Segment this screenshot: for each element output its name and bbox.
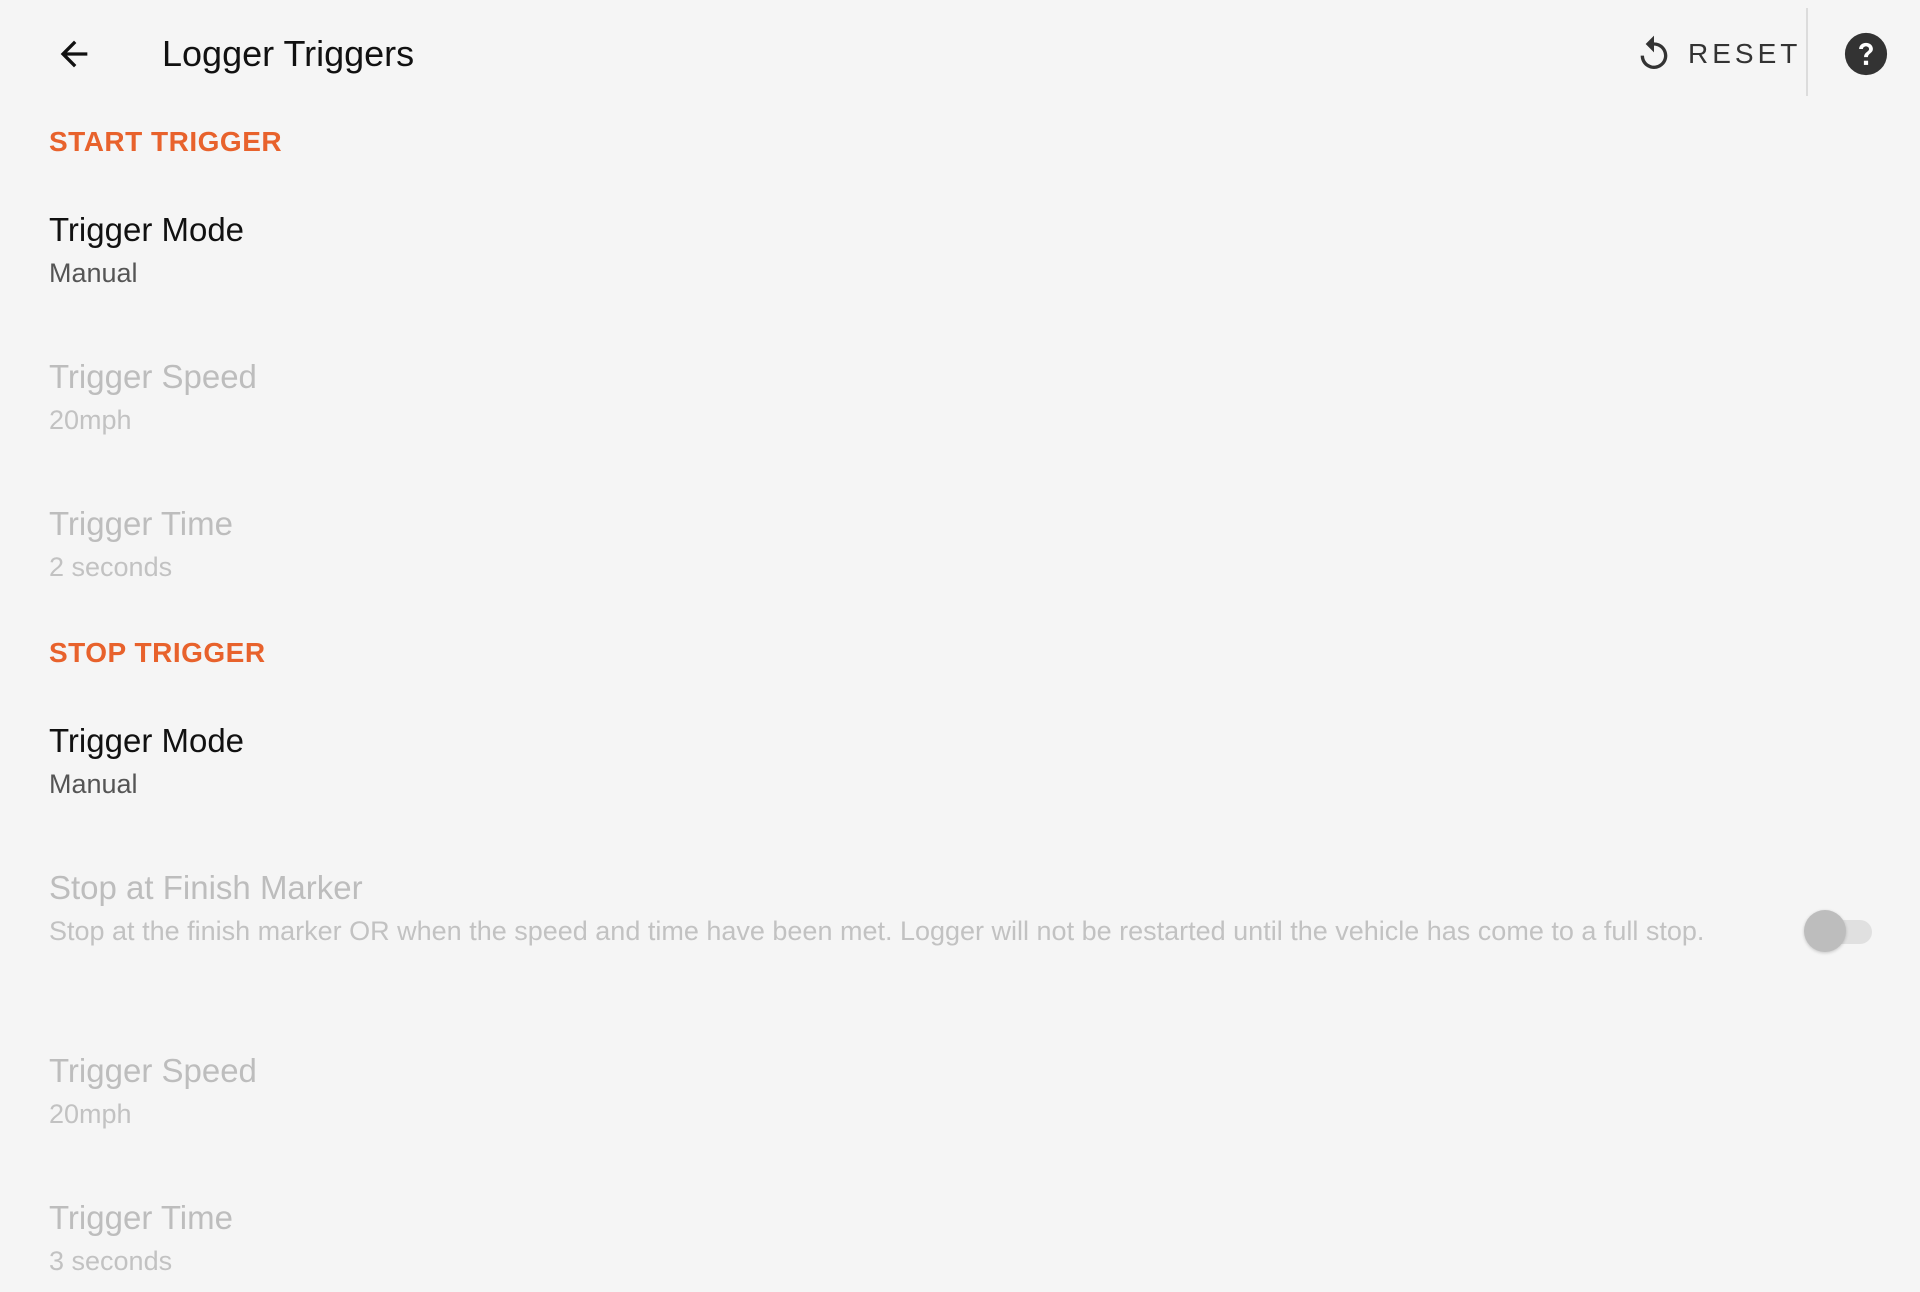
- arrow-back-icon: [60, 40, 88, 68]
- stop-trigger-mode-item[interactable]: Trigger Mode Manual: [0, 721, 1920, 813]
- pref-summary: 20mph: [49, 1099, 132, 1129]
- page-title: Logger Triggers: [162, 33, 415, 74]
- pref-title: Trigger Time: [49, 505, 233, 542]
- start-trigger-mode-item[interactable]: Trigger Mode Manual: [0, 210, 1920, 302]
- stop-trigger-header: STOP TRIGGER: [49, 637, 266, 668]
- start-trigger-header: START TRIGGER: [49, 126, 283, 157]
- switch-thumb: [1804, 910, 1846, 952]
- pref-title: Trigger Time: [49, 1199, 233, 1236]
- stop-trigger-time-item[interactable]: Trigger Time 3 seconds: [0, 1198, 1920, 1290]
- start-trigger-time-item[interactable]: Trigger Time 2 seconds: [0, 504, 1920, 596]
- start-trigger-speed-item[interactable]: Trigger Speed 20mph: [0, 357, 1920, 449]
- help-button[interactable]: [1842, 30, 1890, 78]
- pref-title: Trigger Mode: [49, 722, 245, 759]
- pref-summary: Manual: [49, 258, 138, 288]
- pref-summary: 3 seconds: [49, 1246, 173, 1276]
- reset-label: RESET: [1688, 38, 1802, 69]
- logger-triggers-screen: Logger Triggers RESET START TRIGGER Trig…: [0, 0, 1920, 1292]
- pref-summary: 2 seconds: [49, 552, 173, 582]
- pref-title: Stop at Finish Marker: [49, 869, 363, 906]
- stop-at-finish-marker-switch[interactable]: [1804, 906, 1876, 954]
- toolbar: Logger Triggers RESET: [0, 0, 1920, 106]
- help-circle-icon: [1844, 32, 1888, 76]
- pref-title: Trigger Speed: [49, 1052, 257, 1089]
- stop-trigger-speed-item[interactable]: Trigger Speed 20mph: [0, 1051, 1920, 1143]
- back-button[interactable]: [44, 28, 104, 80]
- pref-title: Trigger Mode: [49, 211, 245, 248]
- reset-button[interactable]: RESET: [1632, 26, 1804, 82]
- stop-at-finish-marker-item[interactable]: Stop at Finish Marker Stop at the finish…: [0, 868, 1920, 998]
- pref-summary: Stop at the finish marker OR when the sp…: [49, 916, 1705, 946]
- pref-summary: Manual: [49, 769, 138, 799]
- refresh-icon: [1632, 32, 1676, 76]
- toolbar-divider: [1806, 8, 1808, 96]
- pref-title: Trigger Speed: [49, 358, 257, 395]
- pref-summary: 20mph: [49, 405, 132, 435]
